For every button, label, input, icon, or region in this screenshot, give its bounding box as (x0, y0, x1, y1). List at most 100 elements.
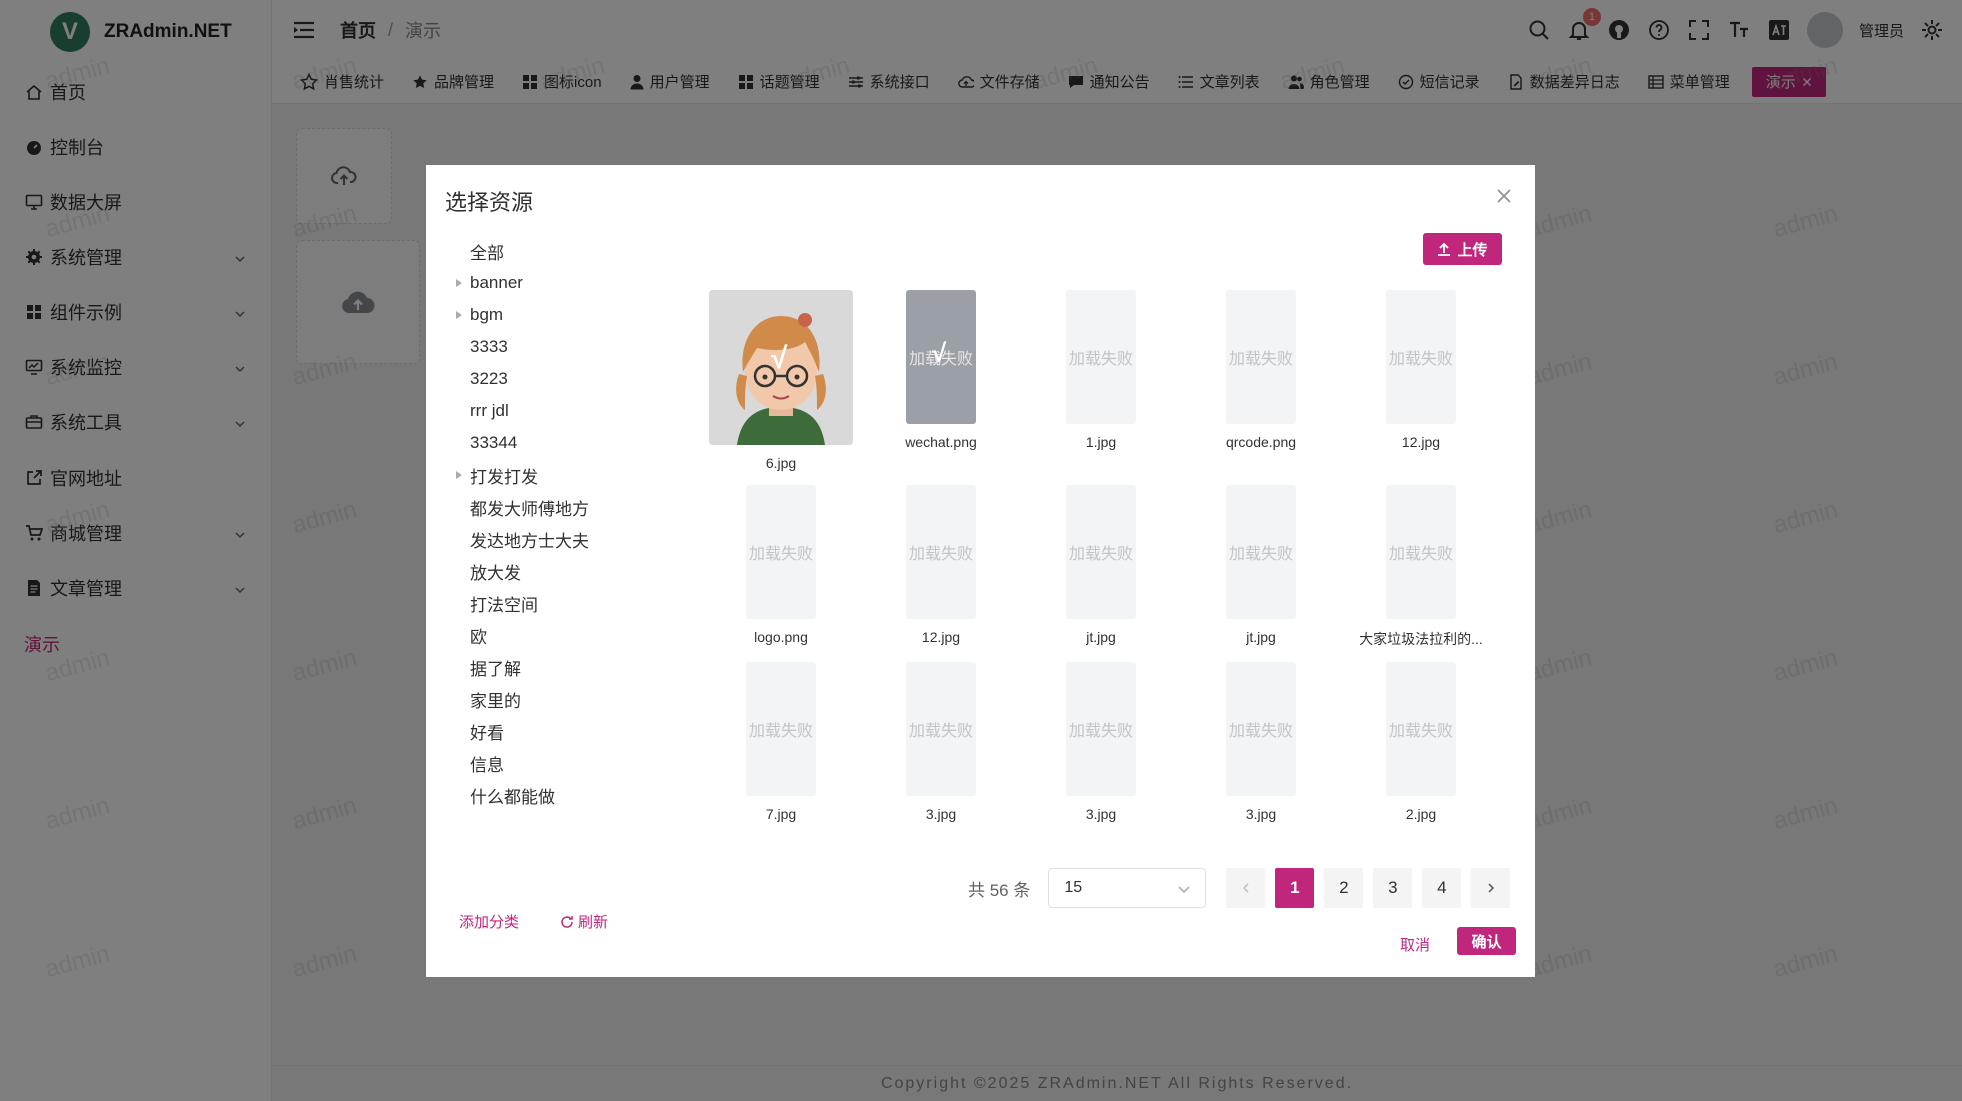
tree-node-label: 家里的 (470, 691, 521, 711)
load-failed-text: 加载失败 (1228, 546, 1293, 563)
tree-node[interactable]: 打法空间 (448, 587, 708, 619)
file-tile[interactable]: 加载失败 jt.jpg (1186, 485, 1336, 645)
file-tile[interactable]: 加载失败 jt.jpg (1026, 485, 1176, 645)
tree-node[interactable]: 全部 (448, 235, 708, 267)
chevron-left-icon (1242, 883, 1249, 893)
tree-node[interactable]: 好看 (448, 715, 708, 747)
file-thumbnail[interactable]: 加载失败 (1226, 290, 1296, 424)
load-failed-text: 加载失败 (748, 546, 813, 563)
file-tile[interactable]: √ 6.jpg (706, 290, 856, 471)
page-size-value: 15 (1064, 879, 1083, 896)
file-tile[interactable]: 加载失败 qrcode.png (1186, 290, 1336, 450)
tree-node-label: 发达地方士大夫 (470, 531, 589, 551)
file-name: 6.jpg (765, 455, 797, 471)
file-thumbnail[interactable]: 加载失败 (1386, 662, 1456, 796)
tree-node[interactable]: 信息 (448, 747, 708, 779)
tree-node-label: 打法空间 (470, 595, 538, 615)
select-resource-dialog: 选择资源 全部 banner bgm 3333 3223 rrr jdl 33344 打发打发… (426, 165, 1535, 977)
file-tile[interactable]: 加载失败 logo.png (706, 485, 856, 645)
tree-node[interactable]: banner (448, 267, 708, 299)
caret-right-icon[interactable] (448, 304, 470, 326)
tree-node-label: 3333 (470, 337, 508, 356)
tree-node-label: bgm (470, 305, 504, 324)
tree-node[interactable]: bgm (448, 299, 708, 331)
tree-node-label: 好看 (470, 723, 504, 743)
tree-node-label: 欧 (470, 627, 487, 647)
file-thumbnail[interactable]: 加载失败 (1066, 662, 1136, 796)
chevron-right-icon (1488, 883, 1494, 893)
file-tile[interactable]: 加载失败 √ wechat.png (866, 290, 1016, 450)
confirm-button[interactable]: 确认 (1457, 927, 1516, 955)
tree-node[interactable]: 什么都能做 (448, 779, 708, 811)
file-thumbnail[interactable]: 加载失败 (1066, 485, 1136, 619)
load-failed-text: 加载失败 (908, 723, 973, 740)
file-tile[interactable]: 加载失败 12.jpg (1346, 290, 1496, 450)
caret-right-icon[interactable] (448, 464, 470, 486)
file-thumbnail[interactable]: 加载失败 (1226, 485, 1296, 619)
tree-node[interactable]: rrr jdl (448, 395, 708, 427)
file-tile[interactable]: 加载失败 大家垃圾法拉利的... (1346, 485, 1496, 649)
tree-node[interactable]: 放大发 (448, 555, 708, 587)
close-icon[interactable] (1493, 185, 1515, 207)
prev-page-button[interactable] (1226, 868, 1266, 908)
tree-node[interactable]: 33344 (448, 427, 708, 459)
refresh-icon (561, 915, 573, 928)
tree-node-label: 信息 (470, 755, 504, 775)
file-thumbnail[interactable]: 加载失败 (1386, 485, 1456, 619)
cancel-button[interactable]: 取消 (1390, 930, 1440, 958)
tree-node[interactable]: 3223 (448, 363, 708, 395)
file-thumbnail[interactable]: 加载失败 (1386, 290, 1456, 424)
file-tile[interactable]: 加载失败 3.jpg (866, 662, 1016, 822)
file-name: wechat.png (905, 434, 977, 450)
total-count: 共 56 条 (968, 880, 1031, 900)
tree-node[interactable]: 发达地方士大夫 (448, 523, 708, 555)
file-thumbnail[interactable]: √ (709, 290, 853, 445)
file-name: 1.jpg (1085, 434, 1117, 450)
refresh-link[interactable]: 刷新 (560, 911, 608, 932)
file-tile[interactable]: 加载失败 7.jpg (706, 662, 856, 822)
tree-node-label: 33344 (470, 433, 518, 452)
file-name: 12.jpg (921, 629, 961, 645)
file-name: 2.jpg (1405, 806, 1437, 822)
load-failed-text: 加载失败 (1068, 351, 1133, 368)
page-number-button[interactable]: 2 (1324, 868, 1364, 908)
file-thumbnail[interactable]: 加载失败 (906, 485, 976, 619)
file-tile[interactable]: 加载失败 3.jpg (1026, 662, 1176, 822)
file-thumbnail[interactable]: 加载失败 (906, 662, 976, 796)
next-page-button[interactable] (1471, 868, 1511, 908)
file-tile[interactable]: 加载失败 2.jpg (1346, 662, 1496, 822)
file-name: jt.jpg (1086, 629, 1116, 645)
tree-node[interactable]: 打发打发 (448, 459, 708, 491)
file-thumbnail[interactable]: 加载失败 (746, 485, 816, 619)
tree-node[interactable]: 家里的 (448, 683, 708, 715)
file-thumbnail[interactable]: 加载失败 √ (906, 290, 976, 424)
tree-node[interactable]: 据了解 (448, 651, 708, 683)
page-number-button[interactable]: 4 (1422, 868, 1462, 908)
tree-node[interactable]: 都发大师傅地方 (448, 491, 708, 523)
caret-right-icon[interactable] (448, 272, 470, 294)
upload-button[interactable]: 上传 (1423, 233, 1502, 265)
tree-node[interactable]: 3333 (448, 331, 708, 363)
page-size-select[interactable]: 15 (1048, 868, 1207, 908)
load-failed-text: 加载失败 (748, 723, 813, 740)
page-number-button[interactable]: 3 (1373, 868, 1413, 908)
file-thumbnail[interactable]: 加载失败 (746, 662, 816, 796)
add-category-link[interactable]: 添加分类 (459, 911, 519, 932)
tree-node-label: rrr jdl (470, 401, 509, 420)
refresh-label: 刷新 (578, 914, 609, 931)
file-name: 7.jpg (765, 806, 797, 822)
load-failed-text: 加载失败 (1228, 351, 1293, 368)
upload-button-label: 上传 (1457, 241, 1488, 259)
selected-check-mark: √ (771, 342, 788, 375)
file-tile[interactable]: 加载失败 12.jpg (866, 485, 1016, 645)
tree-node-label: banner (470, 273, 523, 292)
file-tile[interactable]: 加载失败 1.jpg (1026, 290, 1176, 450)
page-number-button[interactable]: 1 (1275, 868, 1315, 908)
file-name: 3.jpg (1085, 806, 1117, 822)
file-thumbnail[interactable]: 加载失败 (1226, 662, 1296, 796)
upload-icon (1438, 242, 1451, 256)
file-thumbnail[interactable]: 加载失败 (1066, 290, 1136, 424)
load-failed-text: 加载失败 (1228, 723, 1293, 740)
tree-node[interactable]: 欧 (448, 619, 708, 651)
file-tile[interactable]: 加载失败 3.jpg (1186, 662, 1336, 822)
